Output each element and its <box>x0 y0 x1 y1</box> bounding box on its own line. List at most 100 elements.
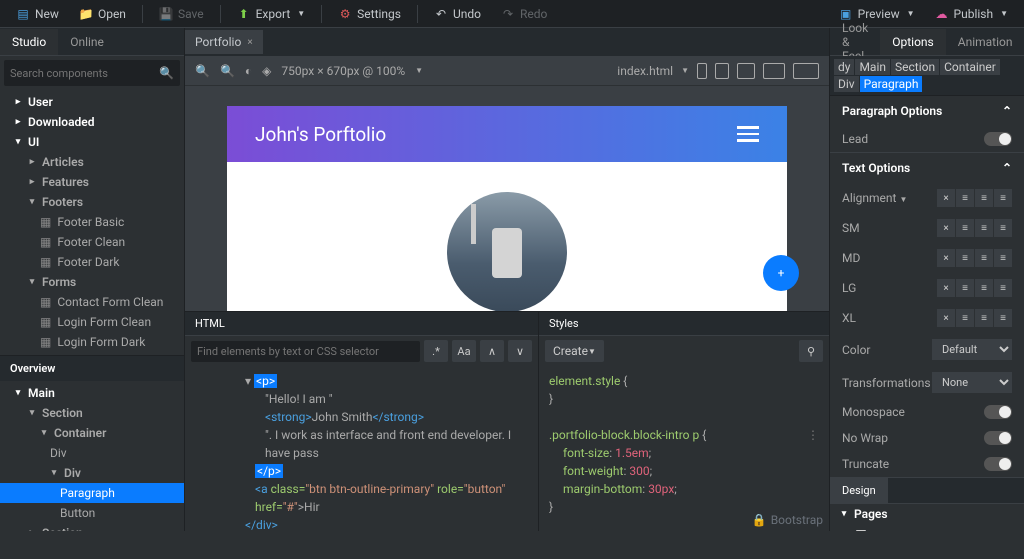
html-panel-header[interactable]: HTML <box>185 312 538 336</box>
crumb[interactable]: Main <box>855 59 890 75</box>
color-select[interactable]: Default <box>932 339 1012 360</box>
prev-button[interactable]: ∧ <box>480 340 504 362</box>
tree-footer-clean[interactable]: ▦Footer Clean <box>0 232 184 252</box>
device-wide-icon[interactable] <box>793 63 819 79</box>
layers-icon[interactable]: ◈ <box>262 64 271 78</box>
plus-icon: + <box>778 266 785 280</box>
lead-toggle[interactable] <box>984 132 1012 146</box>
mono-toggle[interactable] <box>984 405 1012 419</box>
tree-footers[interactable]: ▾Footers <box>0 192 184 212</box>
find-input[interactable] <box>191 341 420 362</box>
opt-xl: XL×≡≡≡ <box>830 303 1024 333</box>
paragraph-options-hdr[interactable]: Paragraph Options⌃ <box>830 96 1024 126</box>
design-tab[interactable]: Design <box>830 478 888 503</box>
tab-options[interactable]: Options <box>880 29 946 55</box>
case-button[interactable]: Aa <box>452 340 476 362</box>
styles-code[interactable]: element.style { } .portfolio-block.block… <box>539 366 829 531</box>
ov-section[interactable]: ▾Section <box>0 403 184 423</box>
align-none[interactable]: × <box>937 189 955 207</box>
tree-login-clean[interactable]: ▦Login Form Clean <box>0 312 184 332</box>
truncate-toggle[interactable] <box>984 457 1012 471</box>
open-button[interactable]: 📁Open <box>71 3 134 25</box>
chevron-down-icon[interactable]: ▼ <box>899 195 907 204</box>
ov-div1[interactable]: Div <box>0 443 184 463</box>
zoom-out-icon[interactable]: 🔍 <box>195 64 210 78</box>
ov-div2[interactable]: ▾Div <box>0 463 184 483</box>
transform-select[interactable]: None <box>932 372 1012 393</box>
align-center[interactable]: ≡ <box>975 189 993 207</box>
crumb[interactable]: Section <box>891 59 939 75</box>
nowrap-toggle[interactable] <box>984 431 1012 445</box>
doc-name[interactable]: index.html <box>617 64 673 78</box>
html-panel: HTML .* Aa ∧ ∨ ▾ <p> "Hello! I am " <str… <box>185 312 539 531</box>
regex-button[interactable]: .* <box>424 340 448 362</box>
design-pages[interactable]: ▾Pages <box>830 504 1024 524</box>
bottom-panels: HTML .* Aa ∧ ∨ ▾ <p> "Hello! I am " <str… <box>185 311 829 531</box>
redo-icon: ↷ <box>501 7 515 21</box>
opt-transform: TransformationsNone <box>830 366 1024 399</box>
tree-login-dark[interactable]: ▦Login Form Dark <box>0 332 184 352</box>
hamburger-icon[interactable] <box>737 126 759 142</box>
tree-features[interactable]: ▸Features <box>0 172 184 192</box>
align-left[interactable]: ≡ <box>956 189 974 207</box>
ov-section2[interactable]: ▸Section <box>0 523 184 531</box>
tree-user[interactable]: ▸User <box>0 92 184 112</box>
overview-header[interactable]: Overview <box>0 355 184 381</box>
tree-downloaded[interactable]: ▸Downloaded <box>0 112 184 132</box>
publish-button[interactable]: ☁Publish▼ <box>927 3 1016 25</box>
right-tabs: Look & Feel Options Animation <box>830 28 1024 56</box>
fab-add-button[interactable]: + <box>763 255 799 291</box>
opt-lg: LG×≡≡≡ <box>830 273 1024 303</box>
settings-button[interactable]: ⚙Settings <box>330 3 409 25</box>
device-desktop-icon[interactable] <box>763 63 785 79</box>
export-button[interactable]: ⬆Export▼ <box>229 3 314 25</box>
align-group: ×≡≡≡ <box>937 189 1012 207</box>
new-button[interactable]: ▤New <box>8 3 67 25</box>
chevron-down-icon[interactable]: ▼ <box>681 66 689 75</box>
canvas-viewport[interactable]: John's Porftolio + <box>185 86 829 311</box>
text-options-hdr[interactable]: Text Options⌃ <box>830 153 1024 183</box>
filter-button[interactable]: ⚲ <box>799 340 823 362</box>
ov-main[interactable]: ▾Main <box>0 383 184 403</box>
tree-ui[interactable]: ▾UI <box>0 132 184 152</box>
tree-forms[interactable]: ▾Forms <box>0 272 184 292</box>
styles-panel: Styles Create ▼ ⚲ element.style { } .por… <box>539 312 829 531</box>
doc-tab-portfolio[interactable]: Portfolio× <box>185 30 263 54</box>
tree-footer-basic[interactable]: ▦Footer Basic <box>0 212 184 232</box>
ov-button[interactable]: Button <box>0 503 184 523</box>
file-cv[interactable]: cv.html <box>830 526 1024 531</box>
search-icon[interactable]: 🔍 <box>159 66 174 80</box>
html-panel-toolbar: .* Aa ∧ ∨ <box>185 336 538 366</box>
tree-contact-clean[interactable]: ▦Contact Form Clean <box>0 292 184 312</box>
align-right[interactable]: ≡ <box>994 189 1012 207</box>
device-phone-icon[interactable] <box>697 63 707 79</box>
tab-online[interactable]: Online <box>58 29 116 55</box>
ov-container[interactable]: ▾Container <box>0 423 184 443</box>
preview-canvas[interactable]: John's Porftolio <box>227 106 787 311</box>
chevron-down-icon[interactable]: ▼ <box>415 66 423 75</box>
tree-articles[interactable]: ▸Articles <box>0 152 184 172</box>
crumb[interactable]: Container <box>940 59 1000 75</box>
component-search[interactable]: 🔍 <box>4 60 180 86</box>
contrast-icon[interactable]: ◐ <box>245 64 252 78</box>
zoom-in-icon[interactable]: 🔍 <box>220 64 235 78</box>
ov-paragraph[interactable]: Paragraph <box>0 483 184 503</box>
tab-studio[interactable]: Studio <box>0 29 58 55</box>
device-laptop-icon[interactable] <box>737 63 755 79</box>
next-button[interactable]: ∨ <box>508 340 532 362</box>
crumb[interactable]: Div <box>834 76 859 92</box>
undo-button[interactable]: ↶Undo <box>426 3 489 25</box>
search-input[interactable] <box>10 67 159 80</box>
styles-panel-header[interactable]: Styles <box>539 312 829 336</box>
create-button[interactable]: Create ▼ <box>545 340 604 362</box>
crumb[interactable]: dy <box>834 59 854 75</box>
redo-button[interactable]: ↷Redo <box>493 3 555 25</box>
element-breadcrumb: dy Main Section Container Div Paragraph <box>830 56 1024 96</box>
html-code[interactable]: ▾ <p> "Hello! I am " <strong>John Smith<… <box>185 366 538 531</box>
save-button[interactable]: 💾Save <box>151 3 212 25</box>
close-tab-icon[interactable]: × <box>247 37 252 48</box>
tab-anim[interactable]: Animation <box>946 29 1024 55</box>
tree-footer-dark[interactable]: ▦Footer Dark <box>0 252 184 272</box>
crumb-active[interactable]: Paragraph <box>860 76 923 92</box>
device-tablet-icon[interactable] <box>715 63 729 79</box>
